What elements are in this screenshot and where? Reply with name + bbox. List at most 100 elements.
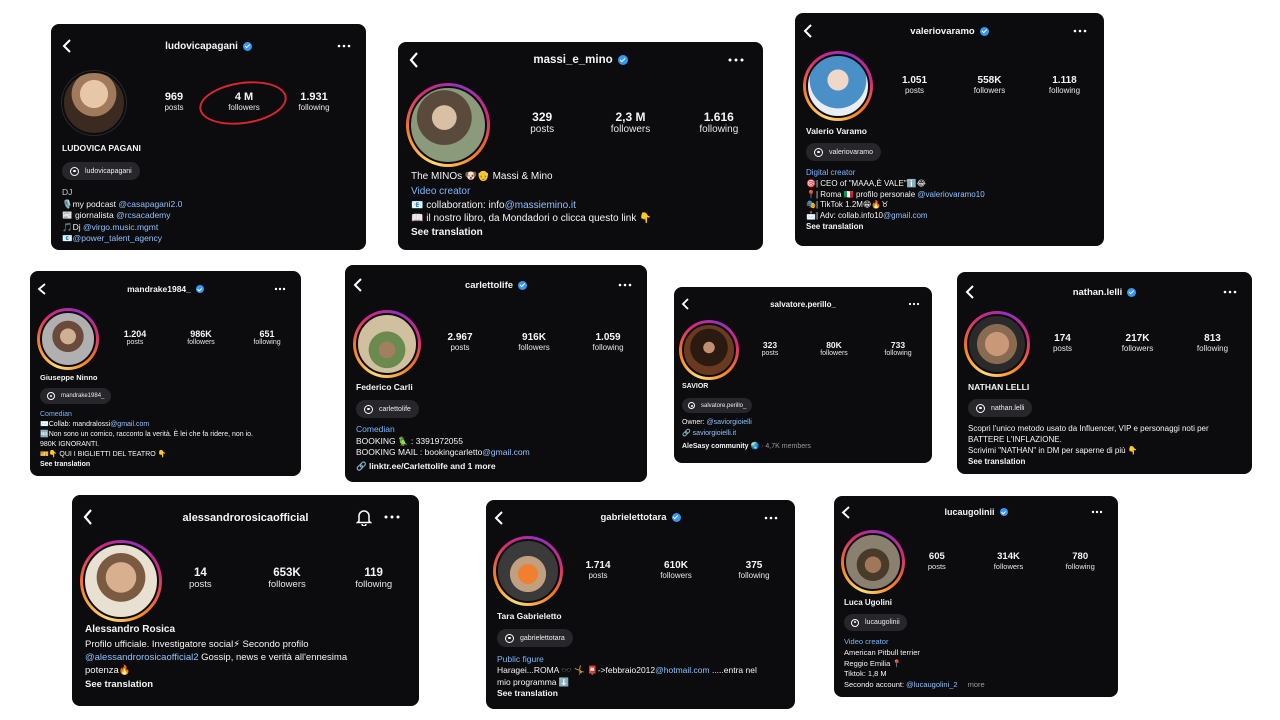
- bio-category: Comedian: [40, 411, 72, 418]
- bio-line: American Pitbull terrier: [844, 647, 920, 657]
- threads-badge[interactable]: gabrielettotara: [497, 629, 573, 647]
- stat-posts[interactable]: 1.051 posts: [877, 75, 952, 95]
- bio-link[interactable]: 🔗 saviorgioielli.it: [682, 429, 811, 440]
- profile-avatar[interactable]: [61, 70, 127, 136]
- bio-line: mio programma ⬇️: [497, 676, 570, 687]
- stat-following[interactable]: 119 following: [330, 567, 417, 590]
- see-translation-link[interactable]: See translation: [497, 688, 757, 699]
- profile-avatar[interactable]: [353, 310, 421, 378]
- mention-link[interactable]: @power_talent_agency: [73, 233, 162, 243]
- mention-link[interactable]: @gmail.com: [482, 447, 529, 457]
- more-options-button[interactable]: [1070, 13, 1090, 49]
- more-options-button[interactable]: [1220, 272, 1240, 312]
- stat-following[interactable]: 651 following: [234, 329, 300, 346]
- profile-avatar[interactable]: [841, 530, 905, 594]
- more-options-button[interactable]: [1088, 496, 1106, 528]
- see-translation-link[interactable]: See translation: [85, 678, 347, 691]
- stat-followers[interactable]: 314K followers: [973, 551, 1045, 571]
- threads-badge[interactable]: carlettolife: [356, 400, 419, 418]
- see-translation-link[interactable]: See translation: [806, 222, 985, 233]
- bio-link[interactable]: 🔗 linktr.ee/Carlettolife and 1 more: [356, 461, 530, 473]
- mention-link[interactable]: @gmail.com: [110, 421, 149, 428]
- bio-line: 📧@power_talent_agency: [62, 233, 163, 243]
- stat-followers[interactable]: 610K followers: [637, 560, 715, 580]
- stat-followers[interactable]: 558K followers: [952, 75, 1027, 95]
- verified-badge-icon: [1127, 287, 1137, 297]
- stat-posts[interactable]: 14 posts: [157, 567, 244, 590]
- more-options-button[interactable]: [334, 24, 354, 68]
- threads-badge[interactable]: mandrake1984_: [40, 388, 112, 404]
- stat-following[interactable]: 1.931 following: [279, 91, 349, 112]
- mention-link[interactable]: @virgo.music.mgmt: [83, 222, 158, 232]
- threads-icon: [976, 403, 985, 413]
- profile-avatar[interactable]: [406, 83, 490, 167]
- profile-avatar[interactable]: [964, 311, 1030, 377]
- verified-badge-icon: [999, 508, 1008, 516]
- stat-posts[interactable]: 323 posts: [738, 340, 802, 357]
- mention-link[interactable]: @gmail.com: [883, 211, 928, 220]
- profile-avatar[interactable]: [37, 308, 99, 370]
- stat-following[interactable]: 375 following: [715, 560, 793, 580]
- stat-following[interactable]: 1.616 following: [675, 110, 763, 135]
- threads-badge[interactable]: lucaugolinii: [844, 614, 907, 631]
- link-icon: 🔗: [356, 460, 369, 471]
- bio-link-text: saviorgioielli.it: [692, 429, 737, 437]
- stat-followers[interactable]: 986K followers: [168, 329, 234, 346]
- stat-following[interactable]: 733 following: [866, 340, 930, 357]
- mention-link[interactable]: @alessandrorosicaofficial2: [85, 652, 199, 663]
- profile-name: Alessandro Rosica: [85, 624, 176, 635]
- bio-line: Haragei...ROMA 🕶️ 🤸 📮->febbraio2012@hotm…: [497, 665, 757, 676]
- more-options-button[interactable]: [271, 271, 289, 307]
- stat-posts[interactable]: 1.204 posts: [102, 329, 168, 346]
- stat-posts[interactable]: 1.714 posts: [559, 560, 637, 580]
- profile-avatar[interactable]: [803, 51, 873, 121]
- stat-following[interactable]: 780 following: [1044, 551, 1116, 571]
- profile-avatar[interactable]: [80, 540, 162, 622]
- stat-followers[interactable]: 217K followers: [1100, 333, 1175, 353]
- mention-link[interactable]: @lucaugolini_2: [906, 680, 957, 689]
- stat-followers[interactable]: 916K followers: [497, 332, 571, 352]
- threads-badge[interactable]: nathan.lelli: [968, 399, 1033, 417]
- stat-followers[interactable]: 80K followers: [802, 340, 866, 357]
- bio-line: 🎭| TikTok 1.2M😁🔥♉: [806, 200, 889, 210]
- stat-following[interactable]: 1.059 following: [571, 332, 645, 352]
- see-translation-link[interactable]: See translation: [411, 226, 652, 240]
- community-row[interactable]: AleSasy community 🌏 · 4,7K members: [682, 442, 811, 453]
- bell-icon: [356, 509, 372, 526]
- more-options-button[interactable]: [725, 42, 747, 78]
- threads-icon: [47, 392, 55, 400]
- profile-avatar[interactable]: [493, 536, 563, 606]
- more-options-button[interactable]: [381, 495, 403, 539]
- stat-following[interactable]: 1.118 following: [1027, 75, 1102, 95]
- stat-followers[interactable]: 2,3 Mfollowers: [586, 110, 674, 135]
- see-translation-link[interactable]: See translation: [968, 456, 1209, 467]
- more-options-button[interactable]: [761, 500, 781, 536]
- mention-link[interactable]: @valeriovaramo10: [917, 190, 984, 199]
- mention-link[interactable]: @rcsacademy: [116, 210, 170, 220]
- more-link[interactable]: more: [968, 680, 985, 689]
- profile-avatar[interactable]: [679, 320, 739, 380]
- stat-posts[interactable]: 2.967 posts: [423, 332, 497, 352]
- stat-posts[interactable]: 329 posts: [498, 110, 586, 135]
- profile-name: NATHAN LELLI: [968, 382, 1030, 392]
- stat-followers[interactable]: 653K followers: [244, 567, 331, 590]
- profile-bio: Owner: @saviorgioielli 🔗 saviorgioielli.…: [682, 418, 811, 453]
- stat-posts[interactable]: 605 posts: [901, 551, 973, 571]
- mention-link[interactable]: @hotmail.com: [655, 665, 709, 675]
- threads-icon: [814, 147, 823, 157]
- stat-following[interactable]: 813 following: [1175, 333, 1250, 353]
- mention-link[interactable]: @massiemino.it: [505, 200, 576, 211]
- threads-badge[interactable]: ludovicapagani: [62, 162, 140, 180]
- notifications-button[interactable]: [353, 495, 375, 539]
- stat-posts[interactable]: 174 posts: [1025, 333, 1100, 353]
- bio-category: Public figure: [497, 654, 544, 664]
- more-options-button[interactable]: [615, 265, 635, 305]
- more-horizontal-icon: [728, 58, 744, 62]
- see-translation-link[interactable]: See translation: [40, 460, 253, 470]
- threads-badge[interactable]: valeriovaramo: [806, 143, 881, 161]
- threads-badge[interactable]: salvatore.perillo_: [682, 398, 753, 413]
- mention-link[interactable]: @saviorgioielli: [707, 419, 752, 426]
- threads-handle: salvatore.perillo_: [701, 402, 747, 409]
- mention-link[interactable]: @casapagani2.0: [118, 199, 182, 209]
- more-options-button[interactable]: [906, 287, 922, 321]
